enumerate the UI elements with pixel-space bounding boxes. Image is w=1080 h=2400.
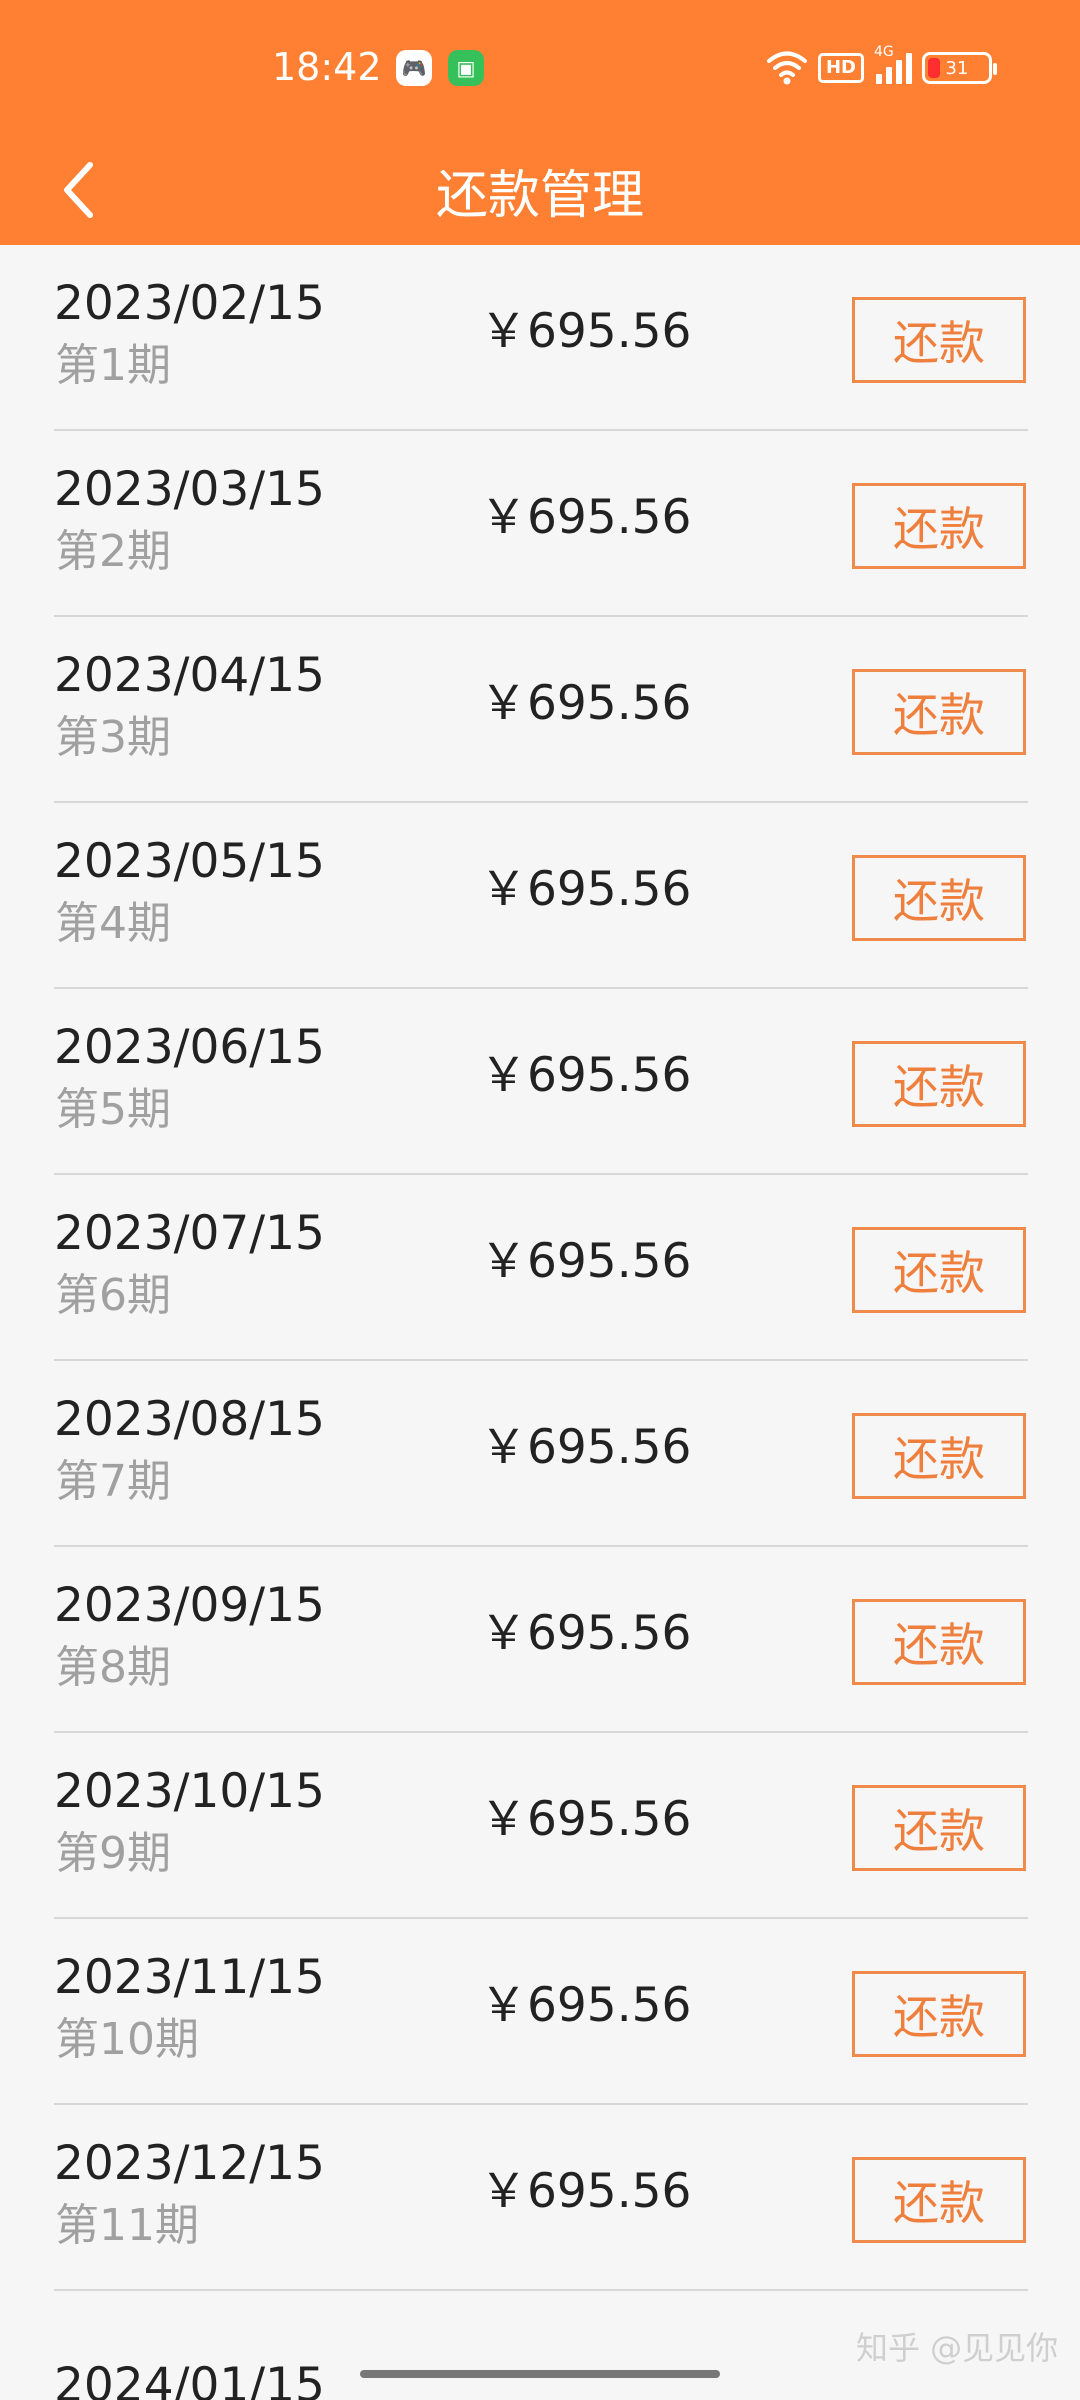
repayment-date: 2023/02/15 [54,276,325,331]
repayment-row-9: 2023/10/15 第9期 ￥695.56 还款 [0,1733,1080,1919]
home-indicator[interactable] [360,2370,720,2378]
repayment-date: 2023/03/15 [54,462,325,517]
repayment-date: 2023/09/15 [54,1578,325,1633]
repay-button[interactable]: 还款 [852,297,1026,383]
battery-level [928,58,940,78]
repayment-period: 第8期 [55,1642,171,1693]
repayment-amount: ￥695.56 [480,2164,692,2219]
repayment-period: 第4期 [55,898,171,949]
repayment-row-8: 2023/09/15 第8期 ￥695.56 还款 [0,1547,1080,1733]
repay-button[interactable]: 还款 [852,1971,1026,2057]
game-app-icon: 🎮 [396,50,432,86]
repayment-amount: ￥695.56 [480,1606,692,1661]
repayment-amount: ￥695.56 [480,490,692,545]
repayment-date: 2023/10/15 [54,1764,325,1819]
repay-button[interactable]: 还款 [852,855,1026,941]
repay-button[interactable]: 还款 [852,1041,1026,1127]
repayment-row-7: 2023/08/15 第7期 ￥695.56 还款 [0,1361,1080,1547]
repayment-date: 2023/06/15 [54,1020,325,1075]
navigation-bar: 还款管理 [0,135,1080,245]
repayment-period: 第9期 [55,1828,171,1879]
repayment-date: 2023/12/15 [54,2136,325,2191]
repayment-date: 2023/08/15 [54,1392,325,1447]
repay-button[interactable]: 还款 [852,2157,1026,2243]
repayment-date: 2023/07/15 [54,1206,325,1261]
status-bar: 18:42 🎮 ▣ HD 4G 31 [0,0,1080,135]
battery-percent: 31 [945,57,969,79]
watermark: 知乎 @见见你 [856,2329,1059,2367]
battery-icon: 31 [922,52,997,84]
network-type-label: 4G [874,44,894,60]
repay-button[interactable]: 还款 [852,1599,1026,1685]
repay-button[interactable]: 还款 [852,1227,1026,1313]
repayment-period: 第7期 [55,1456,171,1507]
wifi-icon [766,51,808,85]
repayment-period: 第1期 [55,340,171,391]
repayment-period: 第6期 [55,1270,171,1321]
repay-button[interactable]: 还款 [852,483,1026,569]
repayment-amount: ￥695.56 [480,1792,692,1847]
repayment-row-10: 2023/11/15 第10期 ￥695.56 还款 [0,1919,1080,2105]
repayment-amount: ￥695.56 [480,1048,692,1103]
repay-button[interactable]: 还款 [852,1413,1026,1499]
repayment-row-3: 2023/04/15 第3期 ￥695.56 还款 [0,617,1080,803]
status-time: 18:42 [272,45,382,89]
repayment-date: 2023/04/15 [54,648,325,703]
cellular-signal-icon: 4G [874,44,912,84]
green-app-icon: ▣ [448,50,484,86]
repayment-row-4: 2023/05/15 第4期 ￥695.56 还款 [0,803,1080,989]
repayment-row-11: 2023/12/15 第11期 ￥695.56 还款 [0,2105,1080,2291]
hd-icon: HD [817,53,864,83]
repayment-period: 第2期 [55,526,171,577]
repayment-row-5: 2023/06/15 第5期 ￥695.56 还款 [0,989,1080,1175]
repayment-amount: ￥695.56 [480,304,692,359]
repayment-date: 2023/11/15 [54,1950,325,2005]
repayment-date-partial: 2024/01/15 [54,2358,325,2400]
repayment-row-6: 2023/07/15 第6期 ￥695.56 还款 [0,1175,1080,1361]
repayment-period: 第5期 [55,1084,171,1135]
repayment-period: 第11期 [55,2200,199,2251]
repayment-amount: ￥695.56 [480,1234,692,1289]
status-indicators: HD 4G 31 [766,44,997,88]
repayment-amount: ￥695.56 [480,676,692,731]
repayment-period: 第3期 [55,712,171,763]
repayment-period: 第10期 [55,2014,199,2065]
repay-button[interactable]: 还款 [852,1785,1026,1871]
repayment-row-2: 2023/03/15 第2期 ￥695.56 还款 [0,431,1080,617]
repayment-amount: ￥695.56 [480,1978,692,2033]
app-header: 18:42 🎮 ▣ HD 4G 31 还款管理 [0,0,1080,245]
repayment-amount: ￥695.56 [480,1420,692,1475]
repayment-list[interactable]: 2023/02/15 第1期 ￥695.56 还款 2023/03/15 第2期… [0,245,1080,2400]
page-title: 还款管理 [435,166,644,226]
repayment-amount: ￥695.56 [480,862,692,917]
repay-button[interactable]: 还款 [852,669,1026,755]
repayment-date: 2023/05/15 [54,834,325,889]
repayment-row-1: 2023/02/15 第1期 ￥695.56 还款 [0,245,1080,431]
